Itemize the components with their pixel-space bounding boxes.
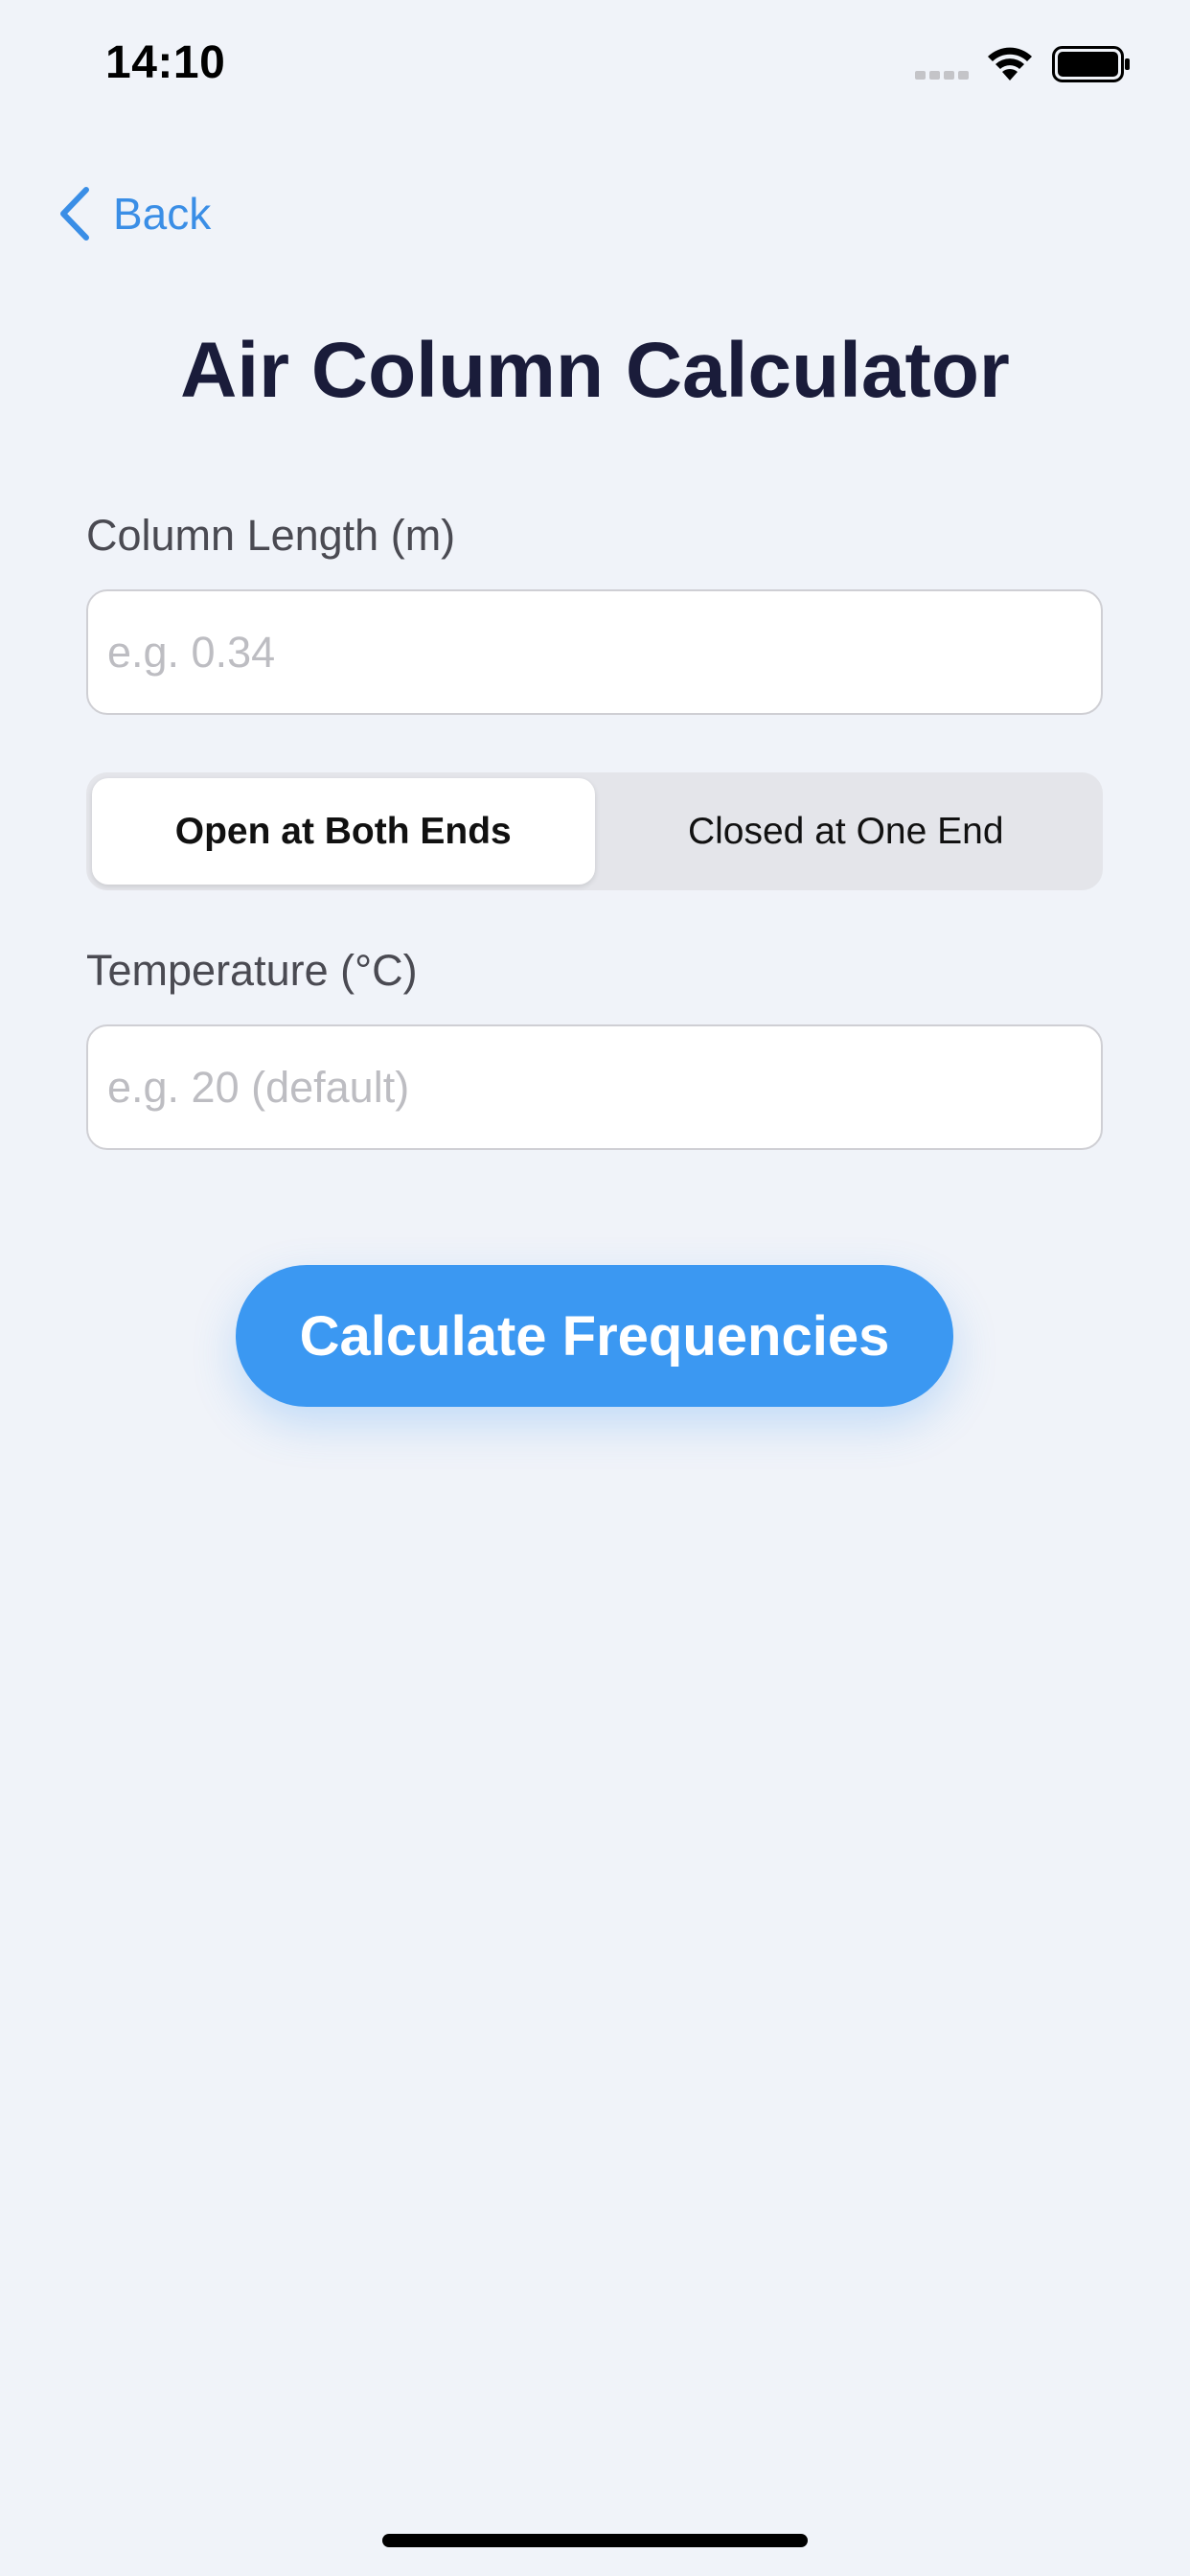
column-length-label: Column Length (m) <box>86 511 456 560</box>
status-bar: 14:10 <box>0 0 1190 134</box>
status-time: 14:10 <box>105 37 226 88</box>
home-indicator <box>382 2534 808 2547</box>
chevron-left-icon <box>60 187 89 241</box>
wifi-icon <box>988 47 1032 80</box>
segment-closed-one-end[interactable]: Closed at One End <box>595 778 1098 885</box>
signal-dots-icon <box>915 71 969 80</box>
temperature-input[interactable] <box>86 1024 1103 1150</box>
page-title: Air Column Calculator <box>180 327 1010 414</box>
column-length-input[interactable] <box>86 589 1103 715</box>
battery-icon <box>1052 46 1130 82</box>
calculate-frequencies-button[interactable]: Calculate Frequencies <box>236 1265 953 1407</box>
temperature-label: Temperature (°C) <box>86 946 418 995</box>
segment-open-both-ends[interactable]: Open at Both Ends <box>92 778 595 885</box>
back-label: Back <box>113 189 212 239</box>
back-button[interactable]: Back <box>56 180 211 247</box>
end-type-segmented-control: Open at Both Ends Closed at One End <box>86 772 1103 890</box>
